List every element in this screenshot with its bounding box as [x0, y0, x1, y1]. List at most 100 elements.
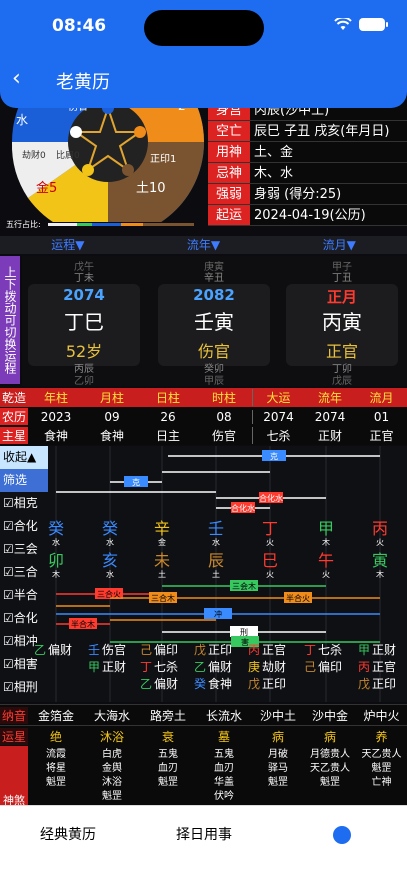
shensha-column: 流霞 将星 魁罡 — [28, 746, 84, 808]
tab-liuyue[interactable]: 流月▼ — [271, 236, 407, 254]
table-cell: 大运 — [252, 389, 304, 406]
card-prev-ganzhi: 辛丑 — [204, 273, 224, 284]
filter-toggle[interactable]: ☑相冲 — [0, 630, 48, 653]
stem-element: 水 — [212, 537, 220, 547]
filter-toggle[interactable]: ☑合化 — [0, 607, 48, 630]
hidden-stem: 丙 — [248, 643, 260, 657]
relation-label: 合化水 — [259, 493, 283, 503]
shensha-item: 驿马 — [268, 763, 288, 774]
card-next-ganzhi: 乙卯 — [74, 376, 94, 387]
shensha-item: 白虎 — [102, 749, 122, 760]
nav-classic-almanac[interactable]: 经典黄历 — [40, 824, 96, 844]
wheel-zhengyin: 正印1 — [150, 153, 176, 165]
table-cell: 月柱 — [84, 389, 140, 406]
branch-element: 木 — [376, 569, 384, 579]
shensha-column: 五鬼 血刃 华盖 伏吟 — [196, 746, 252, 808]
table-cell: 大海水 — [93, 708, 130, 723]
wheel-bijie: 比肩0 — [56, 149, 80, 161]
relation-label: 半合火 — [286, 593, 310, 603]
shensha-block: 神煞 流霞 将星 魁罡 白虎 金舆 沐浴 魁罡 五鬼 血刃 魁罡 五鬼 血刃 华盖 伏吟 月破 驿马 魁罡 月德贵人… — [0, 746, 407, 808]
shensha-column: 月德贵人 天乙贵人 魁罡 — [304, 746, 356, 808]
card-subtitle: 伤官 — [197, 342, 230, 361]
branch-char: 巳 — [262, 551, 278, 570]
shensha-item: 魁罡 — [320, 777, 340, 788]
period-card[interactable]: 正月 丙寅 正官 — [286, 284, 398, 366]
table-cell: 日柱 — [140, 389, 196, 406]
branch-element: 火 — [322, 570, 330, 579]
table-cell: 病 — [323, 729, 336, 744]
wheel-tu10: 土10 — [136, 181, 166, 196]
relation-label: 三合木 — [151, 593, 175, 603]
hidden-ten-god: 正印 — [208, 643, 232, 657]
branch-element: 土 — [212, 569, 220, 579]
info-key: 空亡 — [208, 121, 250, 141]
table-cell: 七杀 — [252, 427, 304, 444]
tab-yuncheng[interactable]: 运程▼ — [0, 236, 136, 254]
hidden-ten-god: 正印 — [372, 677, 396, 691]
hidden-stem: 丙 — [358, 660, 370, 674]
branch-char: 亥 — [102, 551, 118, 570]
table-cell: 长流水 — [205, 708, 242, 723]
hidden-stem: 乙 — [140, 677, 152, 691]
swipe-hint: 上下拨动可切换运程 — [0, 256, 20, 384]
info-value: 土、金 — [254, 145, 294, 160]
info-value: 辰巳 子丑 戌亥(年月日) — [254, 124, 390, 139]
filter-toggles: 收起▲ 筛选 ☑相克 ☑合化 ☑三会 ☑三合 ☑半合 ☑合化 ☑相冲 ☑相害 ☑相刑 — [0, 446, 48, 699]
status-icons — [334, 18, 388, 31]
hidden-ten-god: 七杀 — [318, 642, 342, 657]
shensha-item: 血刃 — [158, 763, 178, 774]
app-screen: 08:46 ‹ 老黄历 水 伤官 2 正印1 土10 金5 比肩0 劫财0 — [0, 0, 407, 883]
relation-label: 三会木 — [232, 581, 256, 591]
card-ganzhi: 丙寅 — [322, 310, 362, 334]
table-cell: 年柱 — [28, 389, 84, 406]
table-cell: 主星 — [0, 427, 28, 444]
filter-toggle[interactable]: ☑三会 — [0, 538, 48, 561]
branch-char: 未 — [154, 551, 170, 570]
table-cell: 病 — [271, 729, 284, 744]
filter-toggle[interactable]: ☑合化 — [0, 515, 48, 538]
filter-toggle[interactable]: ☑三合 — [0, 561, 48, 584]
shensha-column: 天乙贵人 魁罡 亡神 — [356, 746, 407, 808]
shensha-item: 伏吟 — [214, 791, 234, 802]
filter-toggle[interactable]: 收起▲ — [0, 446, 48, 469]
hidden-stem: 庚 — [248, 659, 260, 674]
table-cell: 01 — [373, 409, 390, 424]
filter-toggle[interactable]: ☑相克 — [0, 492, 48, 515]
table-cell: 2074 — [252, 409, 304, 424]
nav-active-dot[interactable] — [333, 826, 351, 844]
table-cell: 流月 — [356, 389, 407, 406]
stem-element: 火 — [266, 538, 274, 547]
table-cell: 乾造 — [0, 389, 28, 406]
tab-liunian[interactable]: 流年▼ — [136, 236, 272, 254]
card-ganzhi: 丁巳 — [64, 310, 104, 334]
shensha-item: 魁罡 — [46, 777, 66, 788]
period-cards[interactable]: 戊午 丁未 2074 丁巳 52岁 丙辰 乙卯 庚寅 辛丑 2082 壬寅 伤官 癸卯 甲辰 甲子 丁丑 正月丙… — [22, 256, 407, 387]
hidden-stem: 己 — [140, 643, 152, 657]
filter-toggle[interactable]: 筛选 — [0, 469, 48, 492]
wuxing-wheel: 水 伤官 2 正印1 土10 金5 比肩0 劫财0 — [8, 88, 206, 222]
nav-date-selection[interactable]: 择日用事 — [176, 824, 232, 844]
stem-element: 水 — [52, 537, 60, 547]
back-button[interactable]: ‹ — [12, 66, 21, 91]
filter-toggle[interactable]: ☑相刑 — [0, 676, 48, 699]
branch-element: 水 — [106, 569, 114, 579]
filter-toggle[interactable]: ☑相害 — [0, 653, 48, 676]
stem-element: 金 — [158, 537, 166, 547]
shensha-column: 月破 驿马 魁罡 — [252, 746, 304, 808]
card-subtitle: 正官 — [325, 342, 358, 361]
hidden-stem: 丁 — [304, 643, 316, 657]
period-card[interactable]: 2074 丁巳 52岁 — [28, 284, 140, 366]
wheel-water: 水 — [16, 113, 28, 127]
hidden-ten-god: 正财 — [102, 660, 126, 674]
hidden-ten-god: 食神 — [208, 676, 232, 691]
hidden-ten-god: 偏财 — [48, 642, 72, 657]
table-cell: 衰 — [161, 729, 174, 744]
table-cell: 沙中金 — [311, 708, 348, 723]
table-cell: 路旁土 — [149, 708, 186, 723]
shensha-item: 华盖 — [214, 777, 234, 788]
filter-toggle[interactable]: ☑半合 — [0, 584, 48, 607]
table-cell: 沐浴 — [99, 729, 124, 744]
hidden-stem: 己 — [304, 660, 316, 674]
period-card[interactable]: 2082 壬寅 伤官 — [158, 284, 270, 366]
table-cell: 时柱 — [196, 389, 252, 406]
